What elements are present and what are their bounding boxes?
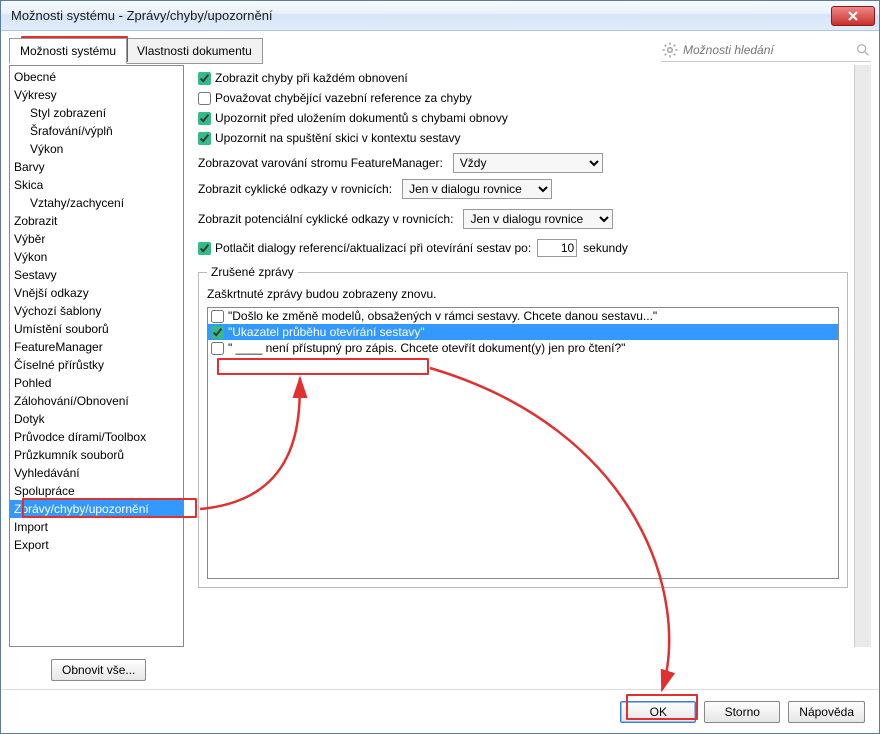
chk-warn-sketch[interactable]	[198, 132, 211, 145]
tree-item[interactable]: Sestavy	[10, 266, 183, 284]
chk-show-errors[interactable]	[198, 72, 211, 85]
message-row[interactable]: "Ukazatel průběhu otevírání sestavy"	[208, 324, 838, 340]
vertical-scrollbar[interactable]	[854, 65, 871, 647]
tree-item[interactable]: Vztahy/zachycení	[10, 194, 183, 212]
window-title: Možnosti systému - Zprávy/chyby/upozorně…	[11, 8, 831, 23]
ok-button[interactable]: OK	[620, 701, 696, 723]
tree-item[interactable]: Zobrazit	[10, 212, 183, 230]
tab-document-properties[interactable]: Vlastnosti dokumentu	[127, 38, 263, 64]
tree-item[interactable]: Styl zobrazení	[10, 104, 183, 122]
message-text: " ____ není přístupný pro zápis. Chcete …	[228, 341, 625, 355]
tab-bar: Možnosti systému Vlastnosti dokumentu	[9, 37, 263, 63]
lbl-warn-sketch: Upozornit na spuštění skici v kontextu s…	[215, 131, 460, 145]
lbl-fm-warnings: Zobrazovat varování stromu FeatureManage…	[198, 156, 443, 170]
tree-item[interactable]: Umístění souborů	[10, 320, 183, 338]
tree-item[interactable]: Export	[10, 536, 183, 554]
tree-item[interactable]: Výběr	[10, 230, 183, 248]
select-fm-warnings[interactable]: Vždy	[453, 153, 603, 173]
tab-system-options[interactable]: Možnosti systému	[9, 38, 127, 64]
tree-item[interactable]: Import	[10, 518, 183, 536]
tree-item[interactable]: Obecné	[10, 68, 183, 86]
tree-item[interactable]: Šrafování/výplň	[10, 122, 183, 140]
lbl-missing-refs: Považovat chybějící vazební reference za…	[215, 91, 472, 105]
tree-item[interactable]: Průvodce dírami/Toolbox	[10, 428, 183, 446]
tree-item[interactable]: Výchozí šablony	[10, 302, 183, 320]
message-checkbox[interactable]	[211, 342, 224, 355]
cancelled-messages-list[interactable]: "Došlo ke změně modelů, obsažených v rám…	[207, 307, 839, 579]
chk-warn-save[interactable]	[198, 112, 211, 125]
chk-missing-refs[interactable]	[198, 92, 211, 105]
tree-item[interactable]: Vyhledávání	[10, 464, 183, 482]
lbl-show-errors: Zobrazit chyby při každém obnovení	[215, 71, 408, 85]
select-pot-cyclic[interactable]: Jen v dialogu rovnice	[463, 209, 613, 229]
cancel-button[interactable]: Storno	[704, 701, 780, 723]
lbl-suppress-b: sekundy	[583, 241, 628, 255]
select-cyclic[interactable]: Jen v dialogu rovnice	[402, 179, 552, 199]
message-row[interactable]: "Došlo ke změně modelů, obsažených v rám…	[208, 308, 838, 324]
message-checkbox[interactable]	[211, 310, 224, 323]
tree-item[interactable]: Pohled	[10, 374, 183, 392]
close-icon	[848, 11, 858, 21]
message-text: "Došlo ke změně modelů, obsažených v rám…	[228, 309, 657, 323]
help-button[interactable]: Nápověda	[788, 701, 865, 723]
input-suppress-seconds[interactable]	[537, 239, 577, 257]
close-button[interactable]	[831, 6, 875, 26]
search-icon	[855, 42, 871, 58]
message-text: "Ukazatel průběhu otevírání sestavy"	[228, 325, 425, 339]
cancelled-legend: Zrušené zprávy	[207, 265, 298, 279]
options-tree[interactable]: ObecnéVýkresyStyl zobrazeníŠrafování/výp…	[9, 65, 184, 647]
message-row[interactable]: " ____ není přístupný pro zápis. Chcete …	[208, 340, 838, 356]
tree-item[interactable]: Zálohování/Obnovení	[10, 392, 183, 410]
tree-item[interactable]: Zprávy/chyby/upozornění	[10, 500, 183, 518]
tree-item[interactable]: Průzkumník souborů	[10, 446, 183, 464]
tree-item[interactable]: Skica	[10, 176, 183, 194]
lbl-cyclic: Zobrazit cyklické odkazy v rovnicích:	[198, 182, 392, 196]
search-input[interactable]	[683, 43, 851, 57]
tree-item[interactable]: FeatureManager	[10, 338, 183, 356]
tree-item[interactable]: Vnější odkazy	[10, 284, 183, 302]
cancelled-hint: Zaškrtnuté zprávy budou zobrazeny znovu.	[207, 287, 839, 301]
restore-all-button[interactable]: Obnovit vše...	[51, 659, 146, 681]
gear-icon	[661, 41, 679, 59]
tree-item[interactable]: Výkon	[10, 140, 183, 158]
tree-item[interactable]: Barvy	[10, 158, 183, 176]
tree-item[interactable]: Výkresy	[10, 86, 183, 104]
lbl-suppress-a: Potlačit dialogy referencí/aktualizací p…	[215, 241, 531, 255]
cancelled-messages-group: Zrušené zprávy Zaškrtnuté zprávy budou z…	[198, 265, 848, 588]
tree-item[interactable]: Spolupráce	[10, 482, 183, 500]
chk-suppress[interactable]	[198, 242, 211, 255]
tree-item[interactable]: Výkon	[10, 248, 183, 266]
tree-item[interactable]: Číselné přírůstky	[10, 356, 183, 374]
lbl-pot-cyclic: Zobrazit potenciální cyklické odkazy v r…	[198, 212, 453, 226]
message-checkbox[interactable]	[211, 326, 224, 339]
tree-item[interactable]: Dotyk	[10, 410, 183, 428]
lbl-warn-save: Upozornit před uložením dokumentů s chyb…	[215, 111, 508, 125]
